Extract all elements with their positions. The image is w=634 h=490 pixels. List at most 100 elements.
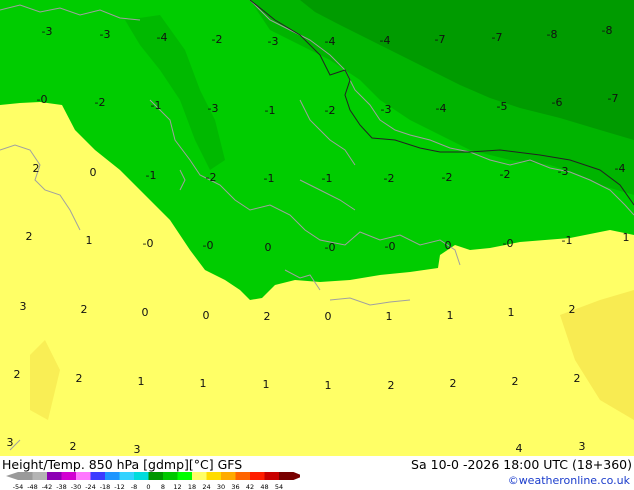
scale-label: -8 (131, 483, 137, 490)
isotherm-label: -3 (558, 165, 569, 178)
isotherm-label: -3 (208, 102, 219, 115)
scale-arrow-right (293, 472, 300, 480)
scale-label: 30 (217, 483, 225, 490)
isotherm-label: 3 (7, 436, 14, 449)
scale-swatch (206, 472, 221, 480)
isotherm-label: -4 (157, 31, 168, 44)
isotherm-label: 2 (81, 303, 88, 316)
scale-swatch (76, 472, 91, 480)
isotherm-label: 0 (142, 306, 149, 319)
scale-label: -42 (42, 483, 53, 490)
isotherm-label: -1 (146, 169, 157, 182)
scale-label: -54 (13, 483, 24, 490)
isotherm-label: 1 (138, 375, 145, 388)
scale-swatch (264, 472, 279, 480)
isotherm-label: -2 (325, 104, 336, 117)
isotherm-label: 0 (90, 166, 97, 179)
isotherm-label: 2 (388, 379, 395, 392)
isotherm-label: -3 (100, 28, 111, 41)
isotherm-label: 1 (325, 379, 332, 392)
isotherm-label: 3 (20, 300, 27, 313)
isotherm-label: -2 (442, 171, 453, 184)
scale-swatch (47, 472, 62, 480)
scale-swatch (148, 472, 163, 480)
isotherm-label: -4 (325, 35, 336, 48)
scale-swatch (192, 472, 207, 480)
scale-label: -48 (27, 483, 38, 490)
isotherm-label: -5 (497, 100, 508, 113)
isotherm-label: -0 (385, 240, 396, 253)
isotherm-label: -1 (322, 172, 333, 185)
isotherm-label: -8 (602, 24, 613, 37)
scale-swatch (105, 472, 120, 480)
isotherm-label: -7 (435, 33, 446, 46)
isotherm-label: 1 (200, 377, 207, 390)
scale-label: -18 (100, 483, 111, 490)
scale-label: 48 (260, 483, 268, 490)
isotherm-label: 1 (86, 234, 93, 247)
color-scale: -54 -48 -42 -38 -30 -24 -18 -12 -8 0 8 12 18 24 30 36 42… (6, 472, 300, 490)
scale-swatch (163, 472, 178, 480)
scale-label: -12 (114, 483, 125, 490)
isotherm-label: 2 (569, 303, 576, 316)
isotherm-label: 1 (623, 231, 630, 244)
scale-label: -38 (56, 483, 67, 490)
isotherm-label: 3 (134, 443, 141, 456)
scale-label: -30 (71, 483, 82, 490)
scale-label: 18 (188, 483, 196, 490)
isotherm-label: -2 (500, 168, 511, 181)
isotherm-label: -7 (608, 92, 619, 105)
isotherm-label: 2 (70, 440, 77, 453)
isotherm-label: 2 (512, 375, 519, 388)
isotherm-label: 0 (325, 310, 332, 323)
isotherm-label: -2 (95, 96, 106, 109)
scale-swatch (279, 472, 294, 480)
scale-swatch (221, 472, 236, 480)
isotherm-label: 1 (386, 310, 393, 323)
isotherm-label: -4 (436, 102, 447, 115)
isotherm-label: -0 (325, 241, 336, 254)
isotherm-label: 2 (76, 372, 83, 385)
isotherm-label: 1 (263, 378, 270, 391)
isotherm-label: -2 (384, 172, 395, 185)
scale-label: 0 (146, 483, 150, 490)
isotherm-label: 3 (579, 440, 586, 453)
isotherm-label: -1 (264, 172, 275, 185)
credit-link[interactable]: ©weatheronline.co.uk (508, 474, 630, 487)
valid-time: Sa 10-0 -2026 18:00 UTC (18+360) (411, 457, 632, 472)
isotherm-label: -0 (503, 237, 514, 250)
isotherm-label: 2 (33, 162, 40, 175)
weather-map: -3 -3 -4 -2 -3 -4 -4 -7 -7 -8 -8 -0 -2 -1 -3 -1 -2 -3 -4 -5… (0, 0, 634, 456)
scale-swatch (61, 472, 76, 480)
isotherm-label: -3 (268, 35, 279, 48)
isotherm-label: 2 (450, 377, 457, 390)
isotherm-label: -3 (42, 25, 53, 38)
scale-swatch (32, 472, 47, 480)
isotherm-label: -1 (265, 104, 276, 117)
scale-swatch (18, 472, 33, 480)
isotherm-label: -3 (381, 103, 392, 116)
isotherm-label: -2 (206, 171, 217, 184)
scale-label: 12 (173, 483, 181, 490)
isotherm-label: 2 (26, 230, 33, 243)
isotherm-label: -0 (203, 239, 214, 252)
isotherm-label: 2 (14, 368, 21, 381)
isotherm-label: -2 (212, 33, 223, 46)
scale-label: 36 (231, 483, 239, 490)
scale-swatch (250, 472, 265, 480)
scale-label: -24 (85, 483, 96, 490)
isotherm-label: -4 (615, 162, 626, 175)
scale-swatch (235, 472, 250, 480)
isotherm-label: -1 (151, 99, 162, 112)
scale-label: 24 (202, 483, 210, 490)
scale-label: 42 (246, 483, 254, 490)
scale-swatch (90, 472, 105, 480)
isotherm-label: 2 (574, 372, 581, 385)
scale-swatch (119, 472, 134, 480)
isotherm-label: -0 (37, 93, 48, 106)
isotherm-label: -1 (562, 234, 573, 247)
scale-label: 8 (161, 483, 165, 490)
isotherm-label: -7 (492, 31, 503, 44)
isotherm-label: 2 (264, 310, 271, 323)
isotherm-label: 1 (447, 309, 454, 322)
